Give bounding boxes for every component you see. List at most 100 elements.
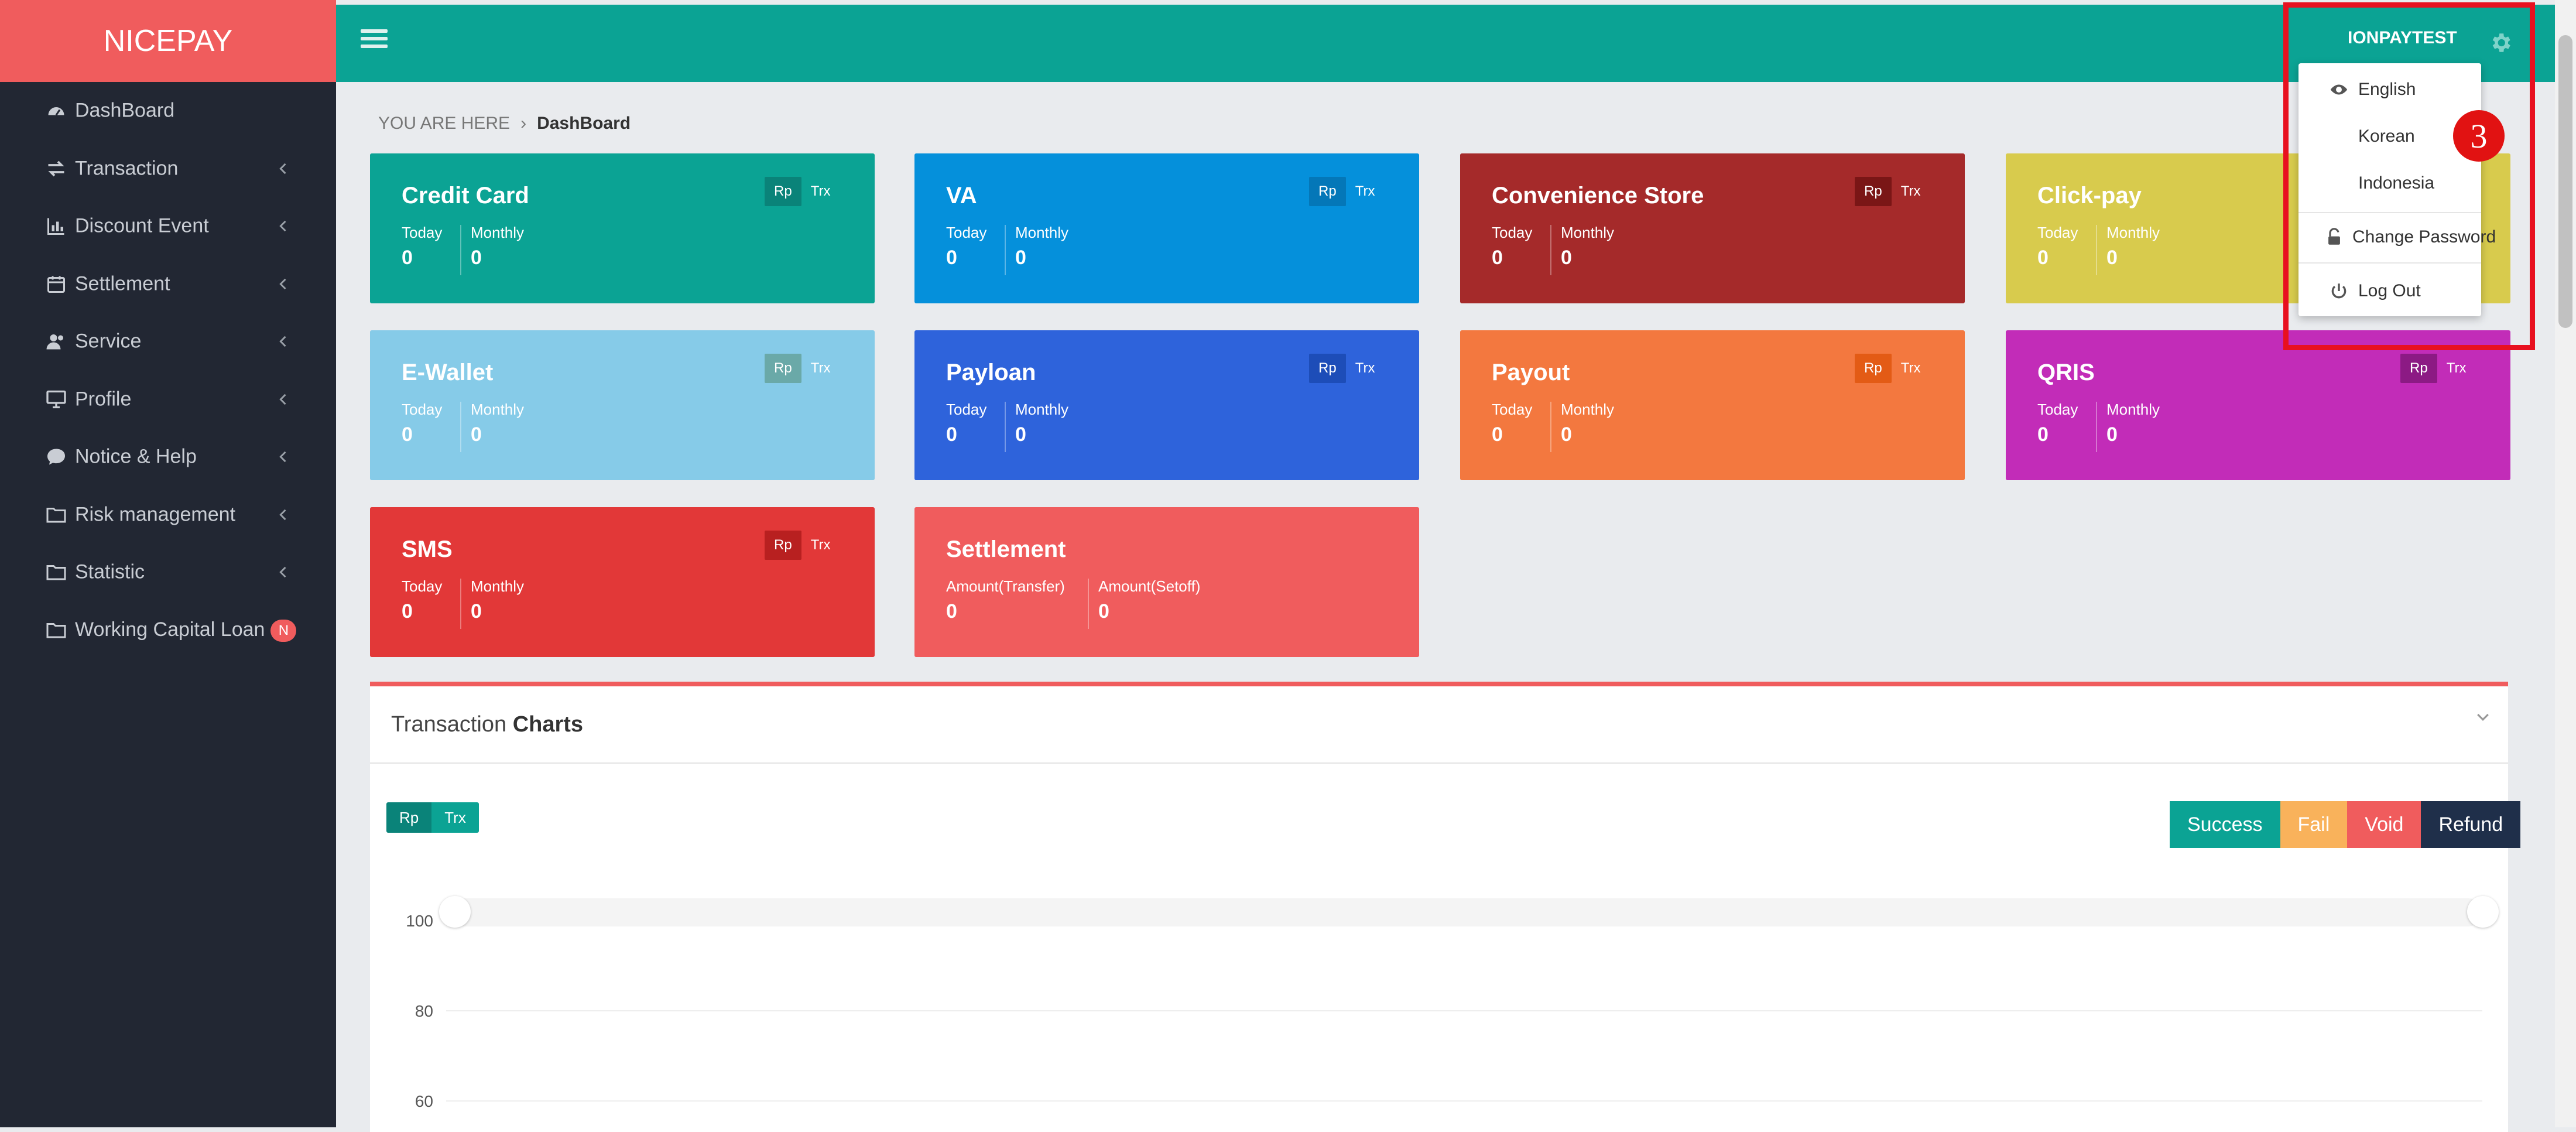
stat-label: Today [946, 401, 987, 418]
desktop-icon [46, 390, 66, 408]
sidebar-item-label: Statistic [75, 560, 145, 583]
brand-logo[interactable]: NICEPAY [0, 0, 336, 82]
chevron-left-icon [279, 278, 286, 289]
rp-button[interactable]: Rp [1855, 354, 1892, 383]
sidebar-item-settlement[interactable]: Settlement [0, 255, 336, 313]
card-title: Click-pay [2037, 183, 2142, 208]
stat-value: 0 [946, 600, 957, 623]
card-unit-toggle: RpTrx [1855, 354, 1930, 383]
new-badge: N [270, 619, 297, 642]
stat-value: 0 [1561, 423, 1572, 446]
stat-divider [2096, 402, 2097, 452]
stat-label: Today [2037, 401, 2078, 418]
sidebar-item-profile[interactable]: Profile [0, 371, 336, 429]
stat-value: 0 [1492, 247, 1503, 269]
exchange-icon [48, 160, 64, 177]
legend-refund-button[interactable]: Refund [2421, 801, 2521, 848]
stat-value: 0 [471, 423, 482, 446]
stat-label: Monthly [1561, 224, 1615, 241]
stat-value: 0 [2037, 423, 2049, 446]
trx-button[interactable]: Trx [801, 531, 840, 560]
stat-value: 0 [1015, 423, 1026, 446]
card-unit-toggle: RpTrx [2400, 354, 2475, 383]
comment-icon [47, 449, 65, 465]
trx-button[interactable]: Trx [1346, 354, 1385, 383]
hamburger-menu-icon[interactable] [361, 29, 388, 53]
rp-button[interactable]: Rp [2400, 354, 2437, 383]
calendar-icon [47, 276, 65, 293]
breadcrumb-current[interactable]: DashBoard [537, 114, 631, 133]
card-title: Payout [1492, 360, 1570, 385]
range-slider-left-handle[interactable] [439, 896, 471, 928]
sidebar-item-discount-event[interactable]: Discount Event [0, 197, 336, 255]
y-tick-label: 80 [415, 1002, 433, 1020]
sidebar-item-working-capital-loan[interactable]: Working Capital Loan N [0, 601, 336, 659]
card-stat-1: Today 0 [2037, 224, 2078, 269]
card-stat-2: Monthly 0 [1561, 401, 1614, 446]
legend-fail-button[interactable]: Fail [2280, 801, 2348, 848]
card-stat-1: Today 0 [1492, 401, 1532, 446]
card-stat-2: Amount(Setoff) 0 [1098, 577, 1200, 623]
stat-divider [1005, 225, 1006, 275]
toggle-trx-button[interactable]: Trx [431, 802, 479, 833]
card-title: QRIS [2037, 360, 2095, 385]
stat-divider [460, 225, 461, 275]
trx-button[interactable]: Trx [801, 354, 840, 383]
card-title: SMS [402, 536, 453, 562]
trx-button[interactable]: Trx [2437, 354, 2476, 383]
sidebar-item-service[interactable]: Service [0, 313, 336, 371]
sidebar-item-risk-management[interactable]: Risk management [0, 486, 336, 544]
chevron-left-icon [279, 509, 286, 520]
sidebar-item-dashboard[interactable]: DashBoard [0, 82, 336, 140]
rp-button[interactable]: Rp [765, 531, 801, 560]
sidebar-item-label: Notice & Help [75, 445, 197, 468]
breadcrumb: YOU ARE HERE › DashBoard [378, 114, 631, 134]
legend-success-button[interactable]: Success [2170, 801, 2280, 848]
vertical-scrollbar[interactable] [2555, 0, 2576, 1127]
card-title: Convenience Store [1492, 183, 1704, 208]
stat-value: 0 [471, 600, 482, 623]
trx-button[interactable]: Trx [1346, 177, 1385, 206]
legend-void-button[interactable]: Void [2347, 801, 2421, 848]
stat-value: 0 [402, 423, 413, 446]
trx-button[interactable]: Trx [1892, 354, 1930, 383]
panel-title-light: Transaction [391, 712, 507, 737]
sidebar-item-statistic[interactable]: Statistic [0, 543, 336, 601]
rp-button[interactable]: Rp [1855, 177, 1892, 206]
trx-button[interactable]: Trx [1892, 177, 1930, 206]
sidebar-item-notice-help[interactable]: Notice & Help [0, 428, 336, 486]
card-unit-toggle: RpTrx [765, 177, 840, 206]
stat-label: Monthly [1015, 401, 1069, 418]
stat-label: Monthly [2106, 401, 2160, 418]
card-settlement: Settlement Amount(Transfer) 0 Amount(Setoff… [914, 507, 1419, 657]
card-unit-toggle: RpTrx [765, 531, 840, 560]
sidebar-item-transaction[interactable]: Transaction [0, 140, 336, 198]
stat-label: Today [2037, 224, 2078, 241]
chevron-left-icon [279, 567, 286, 578]
rp-button[interactable]: Rp [765, 177, 801, 206]
trx-button[interactable]: Trx [801, 177, 840, 206]
rp-button[interactable]: Rp [765, 354, 801, 383]
chevron-left-icon [279, 394, 286, 405]
panel-title-bold: Charts [512, 712, 584, 737]
stat-value: 0 [946, 247, 957, 269]
transaction-charts-panel: Transaction Charts Rp Trx Success Fail Voi… [370, 682, 2521, 1132]
rp-button[interactable]: Rp [1309, 177, 1346, 206]
range-slider-right-handle[interactable] [2467, 896, 2499, 928]
chevron-down-icon[interactable] [2474, 709, 2492, 726]
stat-divider [460, 579, 461, 629]
stat-label: Monthly [1561, 401, 1615, 418]
card-stat-1: Amount(Transfer) 0 [946, 577, 1065, 623]
scrollbar-thumb[interactable] [2558, 35, 2572, 328]
rp-button[interactable]: Rp [1309, 354, 1346, 383]
sidebar-item-label: Service [75, 330, 142, 353]
card-e-wallet: E-Wallet Rp Trx Today 0 Monthly 0 [370, 330, 875, 480]
toggle-rp-button[interactable]: Rp [386, 802, 432, 833]
sidebar-item-label: Transaction [75, 157, 179, 180]
chevron-left-icon [279, 221, 286, 232]
card-title: E-Wallet [402, 360, 494, 385]
folder-icon [46, 623, 66, 638]
card-stat-2: Monthly 0 [2106, 224, 2160, 269]
stat-value: 0 [471, 247, 482, 269]
range-slider-track[interactable] [446, 898, 2482, 926]
